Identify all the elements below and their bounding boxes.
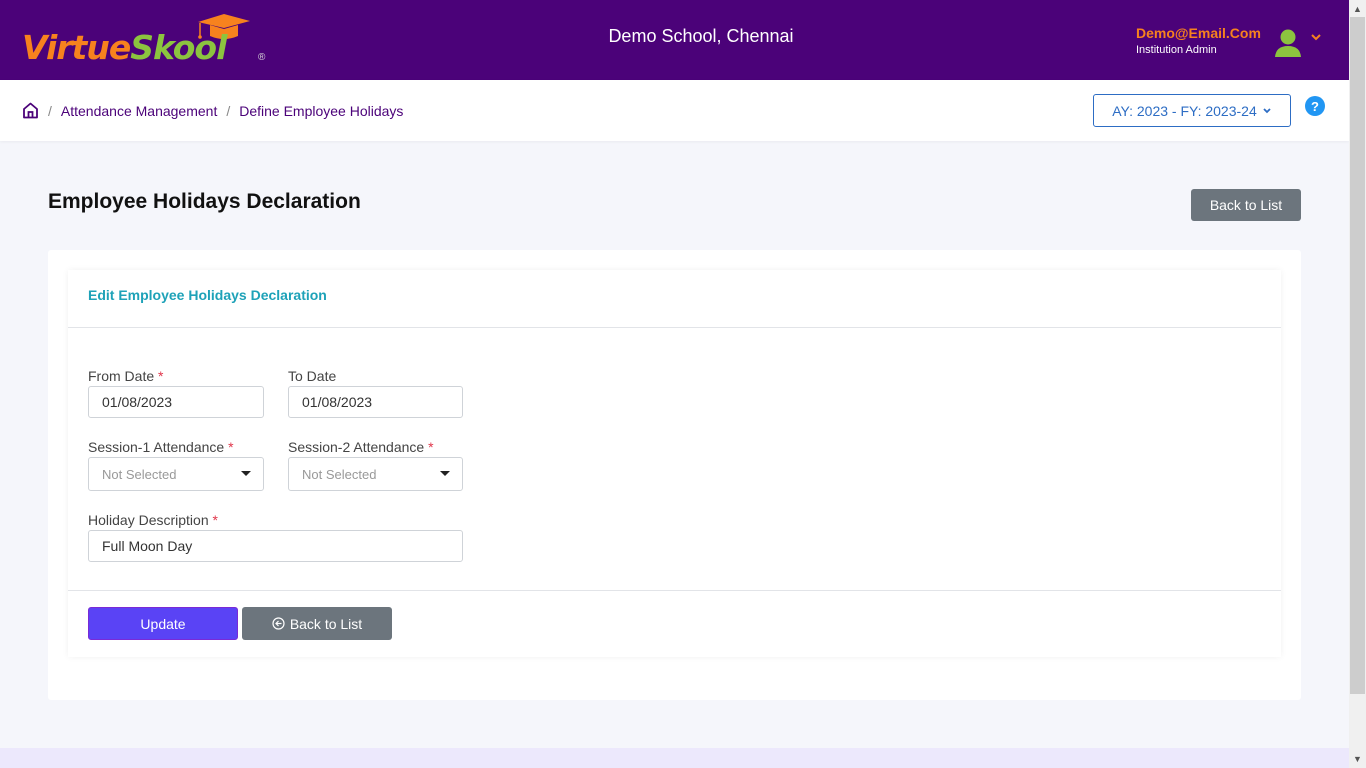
session2-label: Session-2 Attendance *	[288, 439, 434, 455]
back-to-list-button[interactable]: Back to List	[1191, 189, 1301, 221]
holiday-description-value: Full Moon Day	[102, 538, 193, 554]
academic-year-select[interactable]: AY: 2023 - FY: 2023-24	[1093, 94, 1291, 127]
arrow-left-circle-icon	[272, 617, 285, 630]
back-to-list-footer-button[interactable]: Back to List	[242, 607, 392, 640]
registered-mark: ®	[258, 52, 266, 63]
to-date-input[interactable]: 01/08/2023	[288, 386, 463, 418]
scrollbar-thumb[interactable]	[1350, 17, 1365, 694]
breadcrumb-define-employee-holidays[interactable]: Define Employee Holidays	[239, 103, 403, 119]
breadcrumb: / Attendance Management / Define Employe…	[22, 102, 403, 119]
card-title: Edit Employee Holidays Declaration	[88, 287, 327, 303]
session1-select[interactable]: Not Selected	[88, 457, 264, 491]
holiday-description-input[interactable]: Full Moon Day	[88, 530, 463, 562]
scroll-down-icon[interactable]: ▼	[1353, 754, 1362, 764]
session1-value: Not Selected	[102, 466, 177, 482]
to-date-value: 01/08/2023	[302, 394, 373, 410]
vertical-scrollbar[interactable]: ▲ ▼	[1349, 0, 1366, 768]
session2-label-text: Session-2 Attendance	[288, 439, 425, 455]
from-date-value: 01/08/2023	[102, 394, 173, 410]
to-date-label-text: To Date	[288, 368, 337, 384]
back-to-list-label: Back to List	[289, 615, 363, 632]
form-container: Edit Employee Holidays Declaration From …	[48, 250, 1301, 700]
session1-label-text: Session-1 Attendance	[88, 439, 225, 455]
description-label-text: Holiday Description	[88, 512, 209, 528]
update-button[interactable]: Update	[88, 607, 238, 640]
scroll-up-icon[interactable]: ▲	[1353, 4, 1362, 14]
required-asterisk: *	[158, 368, 164, 384]
chevron-down-icon[interactable]	[1310, 32, 1322, 42]
required-asterisk: *	[212, 512, 218, 528]
from-date-input[interactable]: 01/08/2023	[88, 386, 264, 418]
session1-label: Session-1 Attendance *	[88, 439, 234, 455]
home-icon[interactable]	[22, 102, 39, 119]
breadcrumb-attendance-management[interactable]: Attendance Management	[61, 103, 217, 119]
from-date-label-text: From Date	[88, 368, 155, 384]
required-asterisk: *	[228, 439, 234, 455]
description-label: Holiday Description *	[88, 512, 218, 528]
card-footer: Update Back to List	[68, 590, 1281, 657]
card-header: Edit Employee Holidays Declaration	[68, 270, 1281, 328]
footer-strip	[0, 748, 1349, 768]
caret-down-icon	[241, 471, 251, 476]
user-role: Institution Admin	[1136, 44, 1217, 56]
breadcrumb-separator: /	[48, 102, 52, 119]
to-date-label: To Date	[288, 368, 336, 384]
top-navbar: VirtueSkool ® Demo School, Chennai Demo@…	[0, 0, 1349, 80]
breadcrumb-bar: / Attendance Management / Define Employe…	[0, 80, 1349, 141]
academic-year-value: AY: 2023 - FY: 2023-24	[1112, 102, 1257, 119]
user-email[interactable]: Demo@Email.Com	[1136, 25, 1261, 41]
session2-value: Not Selected	[302, 466, 377, 482]
user-avatar-icon[interactable]	[1274, 28, 1302, 58]
session2-select[interactable]: Not Selected	[288, 457, 463, 491]
breadcrumb-separator: /	[226, 102, 231, 119]
page-title: Employee Holidays Declaration	[48, 190, 361, 213]
chevron-down-icon	[1263, 107, 1271, 113]
required-asterisk: *	[428, 439, 434, 455]
caret-down-icon	[440, 471, 450, 476]
edit-form-card: Edit Employee Holidays Declaration From …	[68, 270, 1281, 657]
from-date-label: From Date *	[88, 368, 163, 384]
help-icon[interactable]: ?	[1305, 96, 1325, 116]
